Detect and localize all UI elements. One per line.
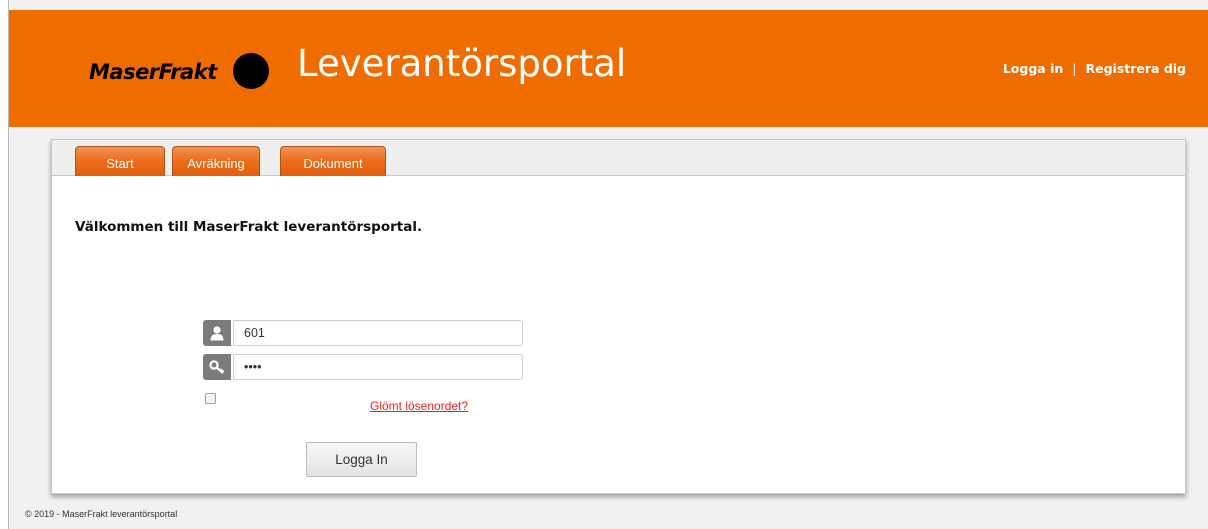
- logo-ball-icon: [233, 53, 269, 89]
- forgot-password-link[interactable]: Glömt lösenordet?: [370, 399, 468, 413]
- password-input[interactable]: ••••: [233, 354, 523, 380]
- password-field-group: ••••: [203, 354, 523, 380]
- link-separator: |: [1072, 61, 1077, 76]
- login-button[interactable]: Logga In: [306, 442, 417, 477]
- header-bar: MaserFrakt Leverantörsportal Logga in | Re…: [9, 10, 1208, 127]
- register-link[interactable]: Registrera dig: [1085, 61, 1186, 76]
- tab-dokument[interactable]: Dokument: [280, 146, 386, 176]
- remember-me-checkbox[interactable]: [205, 393, 216, 404]
- tab-bar: Start Avräkning Dokument: [52, 140, 1185, 176]
- username-field-group: 601: [203, 320, 523, 346]
- logo-text: MaserFrakt: [89, 60, 217, 84]
- footer-copyright: © 2019 - MaserFrakt leverantörsportal: [25, 509, 178, 519]
- window-left-edge: [0, 0, 9, 529]
- welcome-heading: Välkommen till MaserFrakt leverantörspor…: [75, 219, 423, 235]
- key-icon: [203, 354, 231, 380]
- username-input[interactable]: 601: [233, 320, 523, 346]
- login-link[interactable]: Logga in: [1003, 61, 1063, 76]
- site-title: Leverantörsportal: [297, 42, 627, 85]
- tab-avrakning[interactable]: Avräkning: [172, 146, 260, 176]
- user-icon: [203, 320, 231, 346]
- top-links: Logga in | Registrera dig: [1003, 61, 1186, 76]
- maserfrakt-logo[interactable]: MaserFrakt: [71, 53, 271, 89]
- tab-start[interactable]: Start: [75, 146, 165, 176]
- content-panel: Start Avräkning Dokument Välkommen till …: [51, 139, 1186, 494]
